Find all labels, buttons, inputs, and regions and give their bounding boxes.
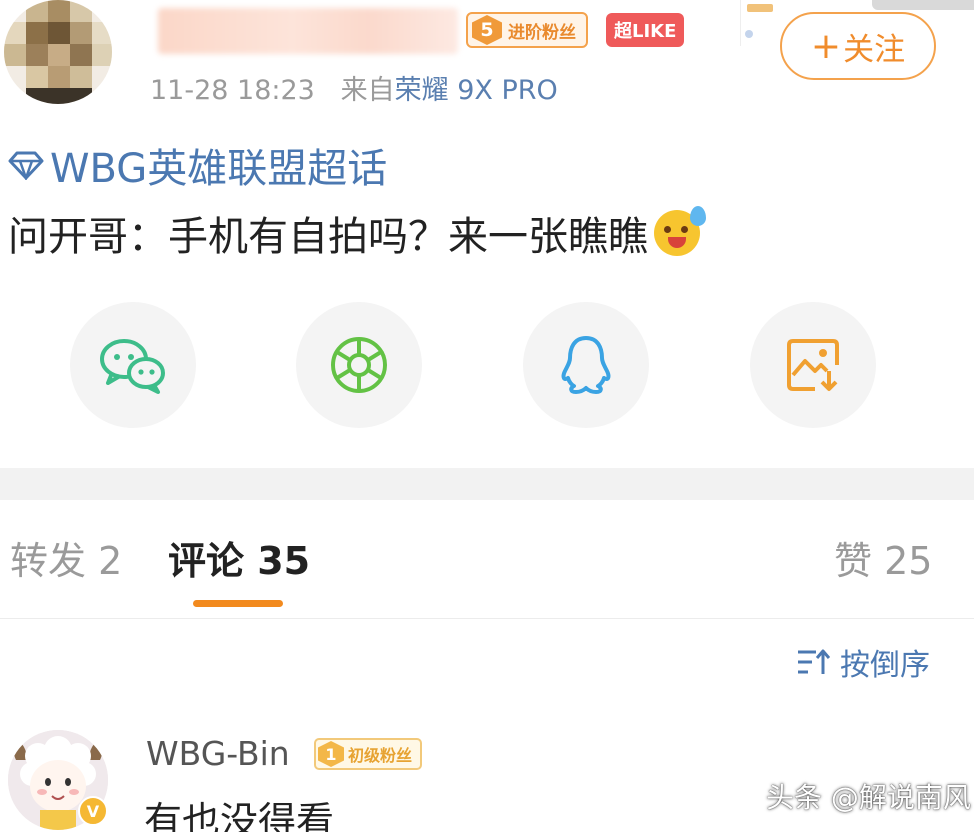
qq-icon bbox=[561, 336, 611, 394]
follow-button[interactable]: + 关注 bbox=[780, 12, 936, 80]
save-image-icon bbox=[787, 339, 839, 391]
follow-label: 关注 bbox=[843, 31, 906, 68]
author-name-blurred[interactable] bbox=[158, 8, 458, 54]
wechat-icon bbox=[100, 339, 165, 394]
fan-level-number: 5 bbox=[472, 15, 502, 45]
tab-comment[interactable]: 评论 35 bbox=[168, 530, 310, 585]
post-source-prefix: 来自 bbox=[340, 75, 395, 106]
save-image-button[interactable] bbox=[750, 302, 876, 428]
corner-decoration bbox=[872, 0, 974, 10]
share-qq-button[interactable] bbox=[523, 302, 649, 428]
commenter-fan-badge[interactable]: 1 初级粉丝 bbox=[314, 738, 423, 770]
author-avatar[interactable] bbox=[4, 0, 112, 104]
post-content: 问开哥：手机有自拍吗？来一张瞧瞧 bbox=[8, 204, 706, 262]
watermark: 头条 @解说南风 bbox=[766, 781, 971, 814]
commenter-fan-level: 1 bbox=[318, 741, 344, 767]
commenter-name[interactable]: WBG-Bin bbox=[146, 734, 290, 773]
post-timestamp: 11-28 18:23 bbox=[150, 75, 315, 106]
fan-level-badge[interactable]: 5 进阶粉丝 bbox=[466, 12, 588, 48]
super-topic-link[interactable]: WBG英雄联盟超话 bbox=[8, 136, 387, 194]
divider bbox=[0, 618, 974, 619]
super-like-badge[interactable]: 超LIKE bbox=[606, 13, 685, 47]
commenter-fan-label: 初级粉丝 bbox=[348, 746, 413, 765]
tab-repost[interactable]: 转发 2 bbox=[10, 530, 122, 585]
share-moments-button[interactable] bbox=[296, 302, 422, 428]
verified-badge-icon: V bbox=[78, 796, 108, 826]
sort-icon bbox=[798, 649, 830, 674]
sort-order-label: 按倒序 bbox=[840, 648, 930, 683]
moments-icon bbox=[331, 337, 387, 393]
active-tab-indicator bbox=[193, 600, 283, 607]
section-separator bbox=[0, 468, 974, 500]
plus-icon: + bbox=[810, 25, 842, 67]
post-device[interactable]: 荣耀 9X PRO bbox=[395, 75, 558, 106]
comment-text: 有也没得看 bbox=[144, 799, 335, 832]
share-wechat-button[interactable] bbox=[70, 302, 196, 428]
post-meta: 11-28 18:23 来自荣耀 9X PRO bbox=[150, 68, 558, 107]
corner-thumbnail bbox=[740, 0, 780, 46]
laughing-tears-emoji-icon bbox=[654, 206, 706, 256]
diamond-icon bbox=[8, 151, 44, 180]
tab-like[interactable]: 赞 25 bbox=[834, 530, 932, 585]
fan-level-label: 进阶粉丝 bbox=[508, 22, 576, 43]
post-text: 问开哥：手机有自拍吗？来一张瞧瞧 bbox=[8, 214, 648, 260]
sort-order-button[interactable]: 按倒序 bbox=[796, 640, 930, 684]
super-topic-label: WBG英雄联盟超话 bbox=[50, 146, 388, 192]
